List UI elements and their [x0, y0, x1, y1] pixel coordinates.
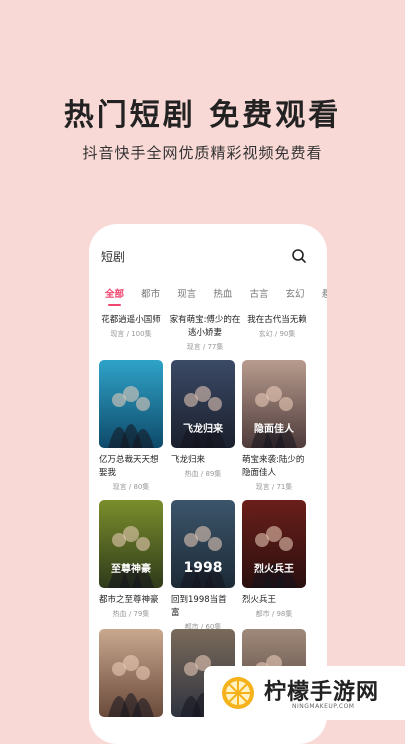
drama-card[interactable]: 亿万总裁天天想娶我 现言 / 80集	[99, 360, 163, 492]
drama-item[interactable]: 花都逍遥小国师 现言 / 100集	[95, 314, 167, 339]
watermark-url: NINGMAKEUP.COM	[292, 703, 355, 710]
tab-ancient-romance[interactable]: 古言	[249, 286, 268, 300]
tab-all[interactable]: 全部	[105, 286, 124, 306]
drama-meta: 热血 / 79集	[112, 610, 150, 618]
drama-poster[interactable]: 烈火兵王	[242, 500, 306, 588]
drama-meta: 玄幻 / 90集	[258, 330, 296, 338]
drama-poster[interactable]: 1998	[171, 500, 235, 588]
drama-meta: 都市 / 98集	[255, 610, 293, 618]
category-tabs: 全部 都市 现言 热血 古言 玄幻 悬	[105, 282, 327, 306]
drama-item[interactable]: 我在古代当无赖 玄幻 / 90集	[241, 314, 313, 339]
drama-poster[interactable]	[99, 360, 163, 448]
promo-subtitle: 抖音快手全网优质精彩视频免费看	[82, 144, 323, 162]
drama-card[interactable]: 1998 回到1998当首富 都市 / 60集	[171, 500, 235, 632]
drama-title: 萌宝来袭:陆少的隐面佳人	[242, 455, 305, 478]
drama-meta: 现言 / 71集	[255, 483, 293, 491]
drama-title: 花都逍遥小国师	[101, 315, 161, 325]
watermark-text: 柠檬手游网	[264, 680, 380, 705]
tab-action[interactable]: 热血	[213, 286, 232, 300]
poster-title-text: 至尊神豪	[111, 562, 151, 575]
drama-item[interactable]: 家有萌宝:傅少的在逃小娇妻 现言 / 77集	[169, 314, 241, 352]
search-icon[interactable]	[291, 248, 307, 264]
tab-modern-romance[interactable]: 现言	[177, 286, 196, 300]
drama-title: 都市之至尊神豪	[99, 595, 159, 605]
drama-poster[interactable]: 至尊神豪	[99, 500, 163, 588]
drama-title: 我在古代当无赖	[247, 315, 307, 325]
drama-poster[interactable]	[99, 629, 163, 717]
search-bar[interactable]: 短剧	[101, 248, 307, 266]
lemon-logo-icon	[220, 675, 256, 711]
drama-meta: 现言 / 77集	[186, 343, 224, 351]
drama-meta: 热血 / 89集	[184, 470, 222, 478]
poster-title-text: 烈火兵王	[254, 562, 294, 575]
tab-fantasy[interactable]: 玄幻	[286, 286, 305, 300]
drama-title: 飞龙归来	[171, 455, 206, 465]
drama-poster[interactable]: 隐面佳人	[242, 360, 306, 448]
search-label: 短剧	[101, 250, 126, 264]
drama-meta: 现言 / 80集	[112, 483, 150, 491]
poster-title-text: 飞龙归来	[183, 422, 224, 435]
drama-meta: 现言 / 100集	[110, 330, 152, 338]
drama-card[interactable]	[99, 629, 163, 717]
drama-card[interactable]: 至尊神豪 都市之至尊神豪 热血 / 79集	[99, 500, 163, 619]
drama-title: 家有萌宝:傅少的在逃小娇妻	[169, 315, 241, 338]
watermark: 柠檬手游网 NINGMAKEUP.COM	[204, 666, 405, 720]
tab-urban[interactable]: 都市	[141, 286, 160, 300]
drama-card[interactable]: 飞龙归来 飞龙归来 热血 / 89集	[171, 360, 235, 479]
poster-title-text: 1998	[184, 560, 223, 576]
tab-suspense[interactable]: 悬	[322, 286, 327, 300]
promo-title: 热门短剧 免费观看	[63, 98, 342, 133]
drama-card[interactable]: 隐面佳人 萌宝来袭:陆少的隐面佳人 现言 / 71集	[242, 360, 306, 492]
drama-card[interactable]: 烈火兵王 烈火兵王 都市 / 98集	[242, 500, 306, 619]
drama-poster[interactable]: 飞龙归来	[171, 360, 235, 448]
poster-title-text: 隐面佳人	[254, 422, 295, 435]
drama-title: 亿万总裁天天想娶我	[99, 455, 159, 478]
drama-title: 烈火兵王	[242, 595, 277, 605]
drama-title: 回到1998当首富	[171, 595, 227, 618]
